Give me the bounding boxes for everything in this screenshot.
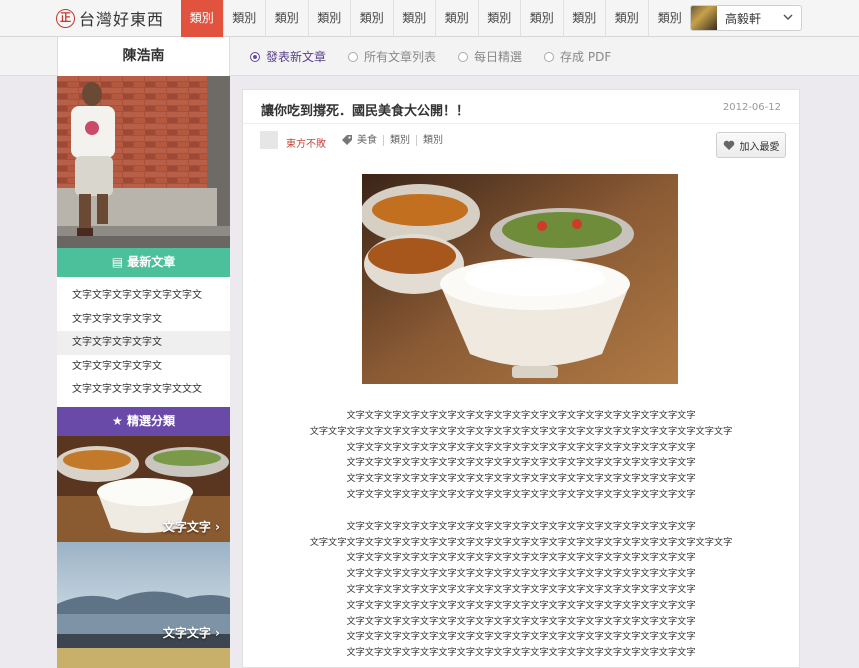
sub-bar: 陳浩南 發表新文章 所有文章列表 每日精選 存成 PDF: [0, 37, 859, 76]
chevron-right-icon: ›: [215, 626, 220, 640]
option-save-pdf[interactable]: 存成 PDF: [544, 48, 611, 65]
article-line: 文字文字文字文字文字文字文字文字文字文字文字文字文字文字文字文字文字文字文字文字…: [309, 536, 733, 548]
article-line: 文字文字文字文字文字文字文字文字文字文字文字文字文字文字文字文字文字文字文字: [346, 473, 696, 485]
latest-posts-title: 最新文章: [127, 255, 176, 269]
divider: [243, 123, 799, 124]
food-photo: [362, 174, 678, 384]
star-icon: ★: [112, 414, 127, 428]
article-line: 文字文字文字文字文字文字文字文字文字文字文字文字文字文字文字文字文字文字文字: [346, 599, 696, 611]
site-name: 台灣好東西: [79, 10, 165, 29]
article-line: 文字文字文字文字文字文字文字文字文字文字文字文字文字文字文字文字文字文字文字: [346, 410, 696, 421]
author-tab[interactable]: 陳浩南: [57, 37, 230, 76]
nav-tab[interactable]: 類別: [521, 0, 564, 37]
category-card[interactable]: 文字文字 ›: [57, 542, 230, 648]
nav-tab[interactable]: 類別: [309, 0, 351, 37]
article-line: 文字文字文字文字文字文字文字文字文字文字文字文字文字文字文字文字文字文字文字: [346, 457, 696, 469]
option-label: 存成 PDF: [560, 50, 612, 64]
option-daily-picks[interactable]: 每日精選: [458, 48, 522, 65]
sidebar: ▤ 最新文章 文字文字文字文字文字文字文 文字文字文字文字文 文字文字文字文字文…: [57, 76, 230, 668]
category-card[interactable]: 文字文字 ›: [57, 436, 230, 542]
profile-photo-image: [57, 76, 230, 248]
nav-tab[interactable]: 類別: [606, 0, 649, 37]
article-panel: 讓你吃到撐死．國民美食大公開！！ 2012-06-12 東方不敗 美食 類別 類…: [242, 89, 800, 668]
logo-mark-icon: 正: [56, 8, 75, 28]
list-item[interactable]: 文字文字文字文字文: [57, 331, 230, 355]
option-new-post[interactable]: 發表新文章: [250, 48, 326, 65]
document-icon: ▤: [111, 255, 128, 269]
profile-photo: [57, 76, 230, 248]
chevron-down-icon: [783, 14, 793, 21]
article-paragraph: 文字文字文字文字文字文字文字文字文字文字文字文字文字文字文字文字文字文字文字 文…: [243, 408, 799, 503]
nav-tab[interactable]: 類別: [479, 0, 521, 37]
category-label-text: 文字文字: [162, 626, 211, 640]
user-avatar: [691, 6, 717, 30]
article-paragraph: 文字文字文字文字文字文字文字文字文字文字文字文字文字文字文字文字文字文字文字 文…: [243, 519, 799, 661]
site-logo[interactable]: 正 台灣好東西: [56, 6, 164, 30]
nav-tab[interactable]: 類別: [181, 0, 224, 37]
add-favorite-label: 加入最愛: [739, 141, 780, 153]
article-image: [362, 174, 678, 384]
article-tags: 美食 類別 類別: [341, 134, 449, 146]
article-line: 文字文字文字文字文字文字文字文字文字文字文字文字文字文字文字文字文字文字文字: [346, 552, 696, 564]
latest-posts-header: ▤ 最新文章: [57, 248, 230, 277]
nav-tab[interactable]: 類別: [436, 0, 479, 37]
nav-tab[interactable]: 類別: [224, 0, 266, 37]
author-avatar[interactable]: [260, 131, 278, 149]
article-line: 文字文字文字文字文字文字文字文字文字文字文字文字文字文字文字文字文字文字文字: [346, 583, 696, 595]
chevron-right-icon: ›: [215, 520, 220, 534]
radio-icon: [544, 51, 555, 62]
latest-posts-list: 文字文字文字文字文字文字文 文字文字文字文字文 文字文字文字文字文 文字文字文字…: [57, 284, 230, 402]
top-bar: 正 台灣好東西 類別 類別 類別 類別 類別 類別 類別 類別 類別 類別 類別…: [0, 0, 859, 37]
list-item[interactable]: 文字文字文字文字文: [57, 308, 230, 332]
option-all-posts[interactable]: 所有文章列表: [348, 48, 436, 65]
action-options: 發表新文章 所有文章列表 每日精選 存成 PDF: [250, 37, 633, 76]
user-name: 高毅軒: [725, 11, 762, 26]
tag-link[interactable]: 美食: [357, 134, 384, 146]
nav-tab[interactable]: 類別: [266, 0, 309, 37]
article-line: 文字文字文字文字文字文字文字文字文字文字文字文字文字文字文字文字文字文字文字: [346, 568, 696, 580]
add-favorite-button[interactable]: 加入最愛: [716, 132, 786, 158]
tag-link[interactable]: 類別: [384, 134, 417, 146]
article-date: 2012-06-12: [722, 102, 781, 113]
radio-icon: [458, 51, 469, 62]
featured-title: 精選分類: [126, 414, 175, 428]
article-body: 文字文字文字文字文字文字文字文字文字文字文字文字文字文字文字文字文字文字文字 文…: [243, 408, 799, 668]
article-line: 文字文字文字文字文字文字文字文字文字文字文字文字文字文字文字文字文字文字文字: [346, 520, 696, 532]
article-line: 文字文字文字文字文字文字文字文字文字文字文字文字文字文字文字文字文字文字文字: [346, 441, 696, 453]
article-line: 文字文字文字文字文字文字文字文字文字文字文字文字文字文字文字文字文字文字文字: [346, 631, 696, 643]
nav-tab[interactable]: 類別: [394, 0, 436, 37]
radio-checked-icon: [250, 51, 260, 62]
category-label: 文字文字 ›: [163, 518, 220, 535]
article-line: 文字文字文字文字文字文字文字文字文字文字文字文字文字文字文字文字文字文字文字文字…: [309, 425, 733, 437]
category-card-partial[interactable]: [57, 648, 230, 668]
radio-icon: [348, 51, 359, 62]
user-menu[interactable]: 高毅軒: [690, 5, 802, 31]
list-item[interactable]: 文字文字文字文字文: [57, 355, 230, 379]
featured-categories-header: ★ 精選分類: [57, 407, 230, 436]
author-link[interactable]: 東方不敗: [286, 135, 326, 150]
option-label: 每日精選: [474, 50, 523, 64]
category-label-text: 文字文字: [162, 520, 211, 534]
category-nav: 類別 類別 類別 類別 類別 類別 類別 類別 類別 類別 類別 類別: [181, 0, 691, 37]
article-line: 文字文字文字文字文字文字文字文字文字文字文字文字文字文字文字文字文字文字文字: [346, 615, 696, 627]
list-item[interactable]: 文字文字文字文字文字文字文: [57, 284, 230, 308]
article-line: 文字文字文字文字文字文字文字文字文字文字文字文字文字文字文字文字文字文字文字: [346, 488, 696, 500]
option-label: 發表新文章: [266, 50, 327, 64]
heart-icon: [723, 140, 734, 150]
tag-icon: [342, 135, 352, 145]
nav-tab[interactable]: 類別: [564, 0, 606, 37]
article-title: 讓你吃到撐死．國民美食大公開！！: [261, 104, 470, 119]
article-line: 文字文字文字文字文字文字文字文字文字文字文字文字文字文字文字文字文字文字文字: [346, 647, 696, 659]
category-label: 文字文字 ›: [163, 624, 220, 641]
list-item[interactable]: 文字文字文字文字文字文文文: [57, 378, 230, 402]
nav-tab[interactable]: 類別: [649, 0, 692, 37]
nav-tab[interactable]: 類別: [351, 0, 394, 37]
option-label: 所有文章列表: [364, 50, 437, 64]
tag-link[interactable]: 類別: [417, 135, 449, 146]
